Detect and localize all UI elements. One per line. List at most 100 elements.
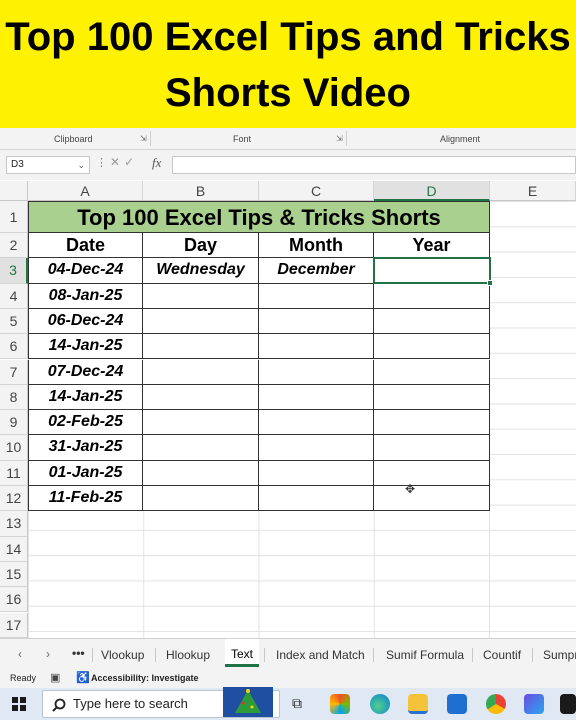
scroll-tabs-right-icon[interactable]: › — [46, 647, 50, 661]
tab-sumif-formula[interactable]: Sumif Formula — [386, 648, 464, 662]
column-header-b[interactable]: B — [143, 181, 259, 201]
accessibility-icon[interactable]: ♿ — [76, 671, 90, 684]
table-cell[interactable] — [143, 435, 259, 461]
mail-icon[interactable] — [447, 694, 467, 714]
table-cell[interactable]: 31-Jan-25 — [28, 435, 143, 461]
app-icon[interactable] — [524, 694, 544, 714]
table-header-cell[interactable]: Month — [259, 233, 374, 259]
table-cell[interactable]: 01-Jan-25 — [28, 460, 143, 486]
table-cell[interactable] — [259, 410, 374, 436]
row-header-12[interactable]: 12 — [0, 486, 28, 512]
row-header-10[interactable]: 10 — [0, 435, 28, 461]
table-cell[interactable] — [143, 410, 259, 436]
table-cell[interactable]: 14-Jan-25 — [28, 334, 143, 360]
title-cell[interactable]: Top 100 Excel Tips & Tricks Shorts — [28, 201, 490, 233]
table-cell[interactable] — [259, 308, 374, 335]
cancel-icon[interactable]: ✕ — [110, 155, 124, 169]
table-cell[interactable]: 06-Dec-24 — [28, 308, 143, 335]
select-all-corner[interactable] — [0, 181, 28, 201]
app-icon[interactable] — [560, 694, 576, 714]
tab-index-and-match[interactable]: Index and Match — [276, 648, 365, 662]
table-header-cell[interactable]: Day — [143, 233, 259, 259]
tab-sumproduct[interactable]: Sumpr — [543, 648, 576, 662]
formula-bar-grip-icon[interactable]: ⋮ — [96, 156, 107, 169]
table-cell[interactable]: 11-Feb-25 — [28, 486, 143, 512]
table-cell[interactable] — [259, 283, 374, 309]
table-cell[interactable] — [143, 486, 259, 512]
clipboard-launcher-icon[interactable]: ⇲ — [140, 134, 147, 143]
task-view-icon[interactable]: ⧉ — [292, 695, 302, 712]
table-cell[interactable] — [259, 359, 374, 385]
table-header-cell[interactable]: Year — [374, 233, 490, 259]
table-cell[interactable] — [374, 308, 490, 335]
table-cell[interactable] — [374, 486, 490, 512]
chrome-icon[interactable] — [486, 694, 506, 714]
table-cell[interactable] — [143, 384, 259, 411]
table-cell[interactable] — [374, 283, 490, 309]
table-cell[interactable] — [374, 435, 490, 461]
table-cell[interactable] — [374, 384, 490, 411]
tab-countif[interactable]: Countif — [483, 648, 521, 662]
row-header-4[interactable]: 4 — [0, 283, 28, 309]
row-header-1[interactable]: 1 — [0, 201, 28, 233]
table-cell[interactable] — [259, 486, 374, 512]
table-cell[interactable] — [143, 359, 259, 385]
tab-text[interactable]: Text — [225, 639, 260, 667]
table-cell[interactable] — [259, 435, 374, 461]
edge-browser-icon[interactable] — [370, 694, 390, 714]
table-cell[interactable] — [143, 334, 259, 360]
fill-handle[interactable] — [487, 280, 493, 286]
table-cell[interactable]: Wednesday — [143, 258, 259, 284]
row-header-6[interactable]: 6 — [0, 334, 28, 360]
table-cell[interactable] — [259, 334, 374, 360]
table-cell[interactable] — [374, 359, 490, 385]
tab-hlookup[interactable]: Hlookup — [166, 648, 210, 662]
row-header-7[interactable]: 7 — [0, 359, 28, 385]
table-cell[interactable]: 07-Dec-24 — [28, 359, 143, 385]
file-explorer-icon[interactable] — [408, 694, 428, 714]
windows-start-icon[interactable] — [12, 697, 26, 711]
table-cell[interactable] — [374, 410, 490, 436]
chevron-down-icon[interactable]: ⌄ — [77, 157, 85, 173]
row-header-2[interactable]: 2 — [0, 233, 28, 259]
table-cell[interactable]: December — [259, 258, 374, 284]
row-header-13[interactable]: 13 — [0, 511, 28, 537]
row-header-14[interactable]: 14 — [0, 536, 28, 562]
table-cell[interactable] — [143, 460, 259, 486]
table-cell[interactable] — [259, 384, 374, 411]
enter-check-icon[interactable]: ✓ — [124, 155, 138, 169]
font-launcher-icon[interactable]: ⇲ — [336, 134, 343, 143]
formula-input[interactable] — [172, 156, 576, 174]
column-header-a[interactable]: A — [28, 181, 143, 201]
row-header-16[interactable]: 16 — [0, 587, 28, 613]
accessibility-status[interactable]: Accessibility: Investigate — [91, 673, 199, 683]
tab-vlookup[interactable]: Vlookup — [101, 648, 144, 662]
row-header-9[interactable]: 9 — [0, 410, 28, 436]
row-header-11[interactable]: 11 — [0, 460, 28, 486]
copilot-icon[interactable] — [330, 694, 350, 714]
row-header-17[interactable]: 17 — [0, 612, 28, 638]
table-cell[interactable] — [143, 308, 259, 335]
name-box[interactable]: D3 ⌄ — [6, 156, 90, 174]
taskbar-search-box[interactable]: Type here to search — [42, 687, 280, 718]
table-cell[interactable]: 14-Jan-25 — [28, 384, 143, 411]
table-header-cell[interactable]: Date — [28, 233, 143, 259]
column-header-e[interactable]: E — [490, 181, 576, 201]
column-header-d[interactable]: D — [374, 181, 490, 201]
table-cell[interactable]: 08-Jan-25 — [28, 283, 143, 309]
table-cell[interactable] — [143, 283, 259, 309]
row-header-5[interactable]: 5 — [0, 308, 28, 335]
row-header-3[interactable]: 3 — [0, 258, 28, 284]
table-cell[interactable]: 02-Feb-25 — [28, 410, 143, 436]
table-cell[interactable] — [374, 460, 490, 486]
row-header-8[interactable]: 8 — [0, 384, 28, 411]
column-header-c[interactable]: C — [259, 181, 374, 201]
table-cell[interactable]: 04-Dec-24 — [28, 258, 143, 284]
macro-record-icon[interactable]: ▣ — [50, 671, 60, 684]
table-cell[interactable] — [374, 334, 490, 360]
active-cell-selection[interactable] — [373, 257, 493, 286]
insert-function-icon[interactable]: fx — [152, 155, 161, 171]
row-header-15[interactable]: 15 — [0, 561, 28, 588]
scroll-tabs-left-icon[interactable]: ‹ — [18, 647, 22, 661]
table-cell[interactable] — [259, 460, 374, 486]
